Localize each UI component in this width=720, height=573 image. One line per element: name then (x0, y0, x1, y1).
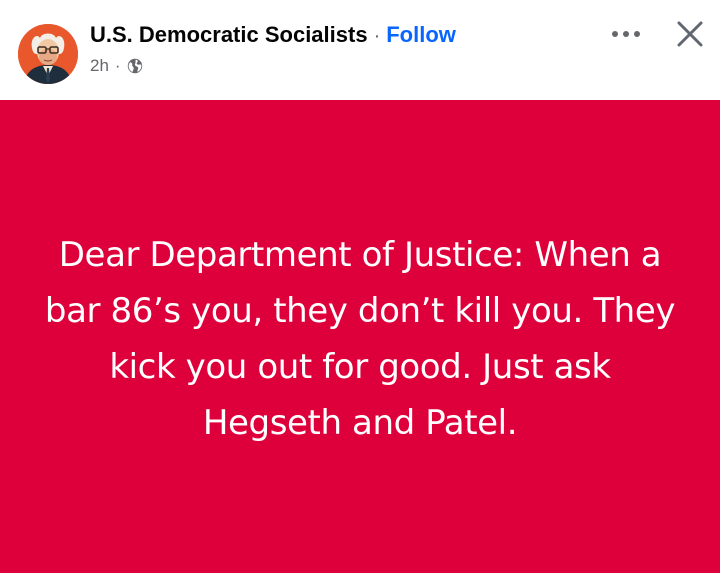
meta-separator: · (114, 56, 121, 75)
title-row: U.S. Democratic Socialists · Follow (90, 21, 456, 50)
avatar[interactable] (18, 24, 78, 84)
more-options-icon (612, 31, 640, 37)
post-meta: 2h · (90, 55, 143, 77)
page-name-link[interactable]: U.S. Democratic Socialists (90, 21, 368, 49)
text-post-card: Dear Department of Justice: When a bar 8… (0, 100, 720, 573)
post-header: U.S. Democratic Socialists · Follow 2h · (0, 0, 720, 100)
more-options-button[interactable] (604, 20, 648, 48)
title-separator: · (373, 25, 381, 47)
follow-button[interactable]: Follow (386, 21, 456, 49)
close-icon (677, 21, 703, 47)
close-button[interactable] (670, 14, 710, 54)
profile-portrait-icon (18, 24, 78, 84)
post-timestamp[interactable]: 2h (90, 55, 109, 77)
post-text: Dear Department of Justice: When a bar 8… (44, 234, 676, 443)
globe-icon (127, 58, 143, 74)
post-container: U.S. Democratic Socialists · Follow 2h · (0, 0, 720, 573)
